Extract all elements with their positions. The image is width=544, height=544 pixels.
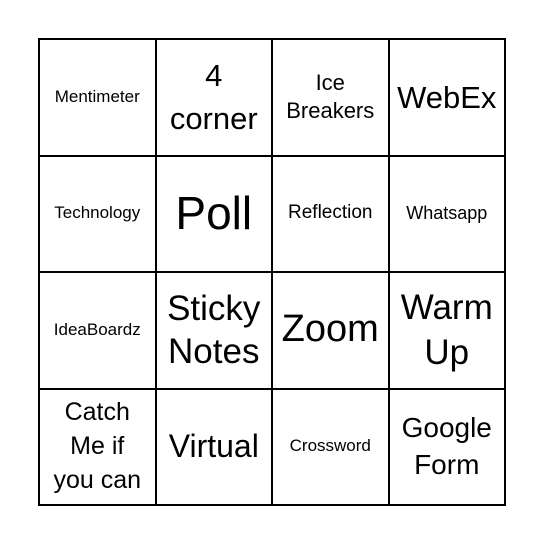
bingo-cell[interactable]: Google Form	[388, 388, 505, 505]
cell-label: Catch Me if you can	[53, 398, 142, 494]
cell-label: WebEx	[397, 79, 497, 115]
bingo-cell[interactable]: Poll	[155, 155, 272, 272]
cell-label: Warm Up	[400, 287, 493, 373]
cell-label: Sticky Notes	[167, 288, 261, 372]
cell-label: Virtual	[168, 428, 259, 465]
cell-label: IdeaBoardz	[53, 319, 141, 339]
cell-label: Crossword	[289, 436, 371, 456]
bingo-cell[interactable]: Virtual	[155, 388, 272, 505]
bingo-board: Mentimeter 4 corner Ice Breakers WebEx T…	[38, 38, 506, 506]
bingo-cell[interactable]: 4 corner	[155, 39, 272, 156]
cell-label: Whatsapp	[406, 202, 488, 223]
bingo-cell[interactable]: Zoom	[272, 272, 389, 389]
cell-label: Reflection	[288, 202, 373, 224]
bingo-cell[interactable]: Crossword	[272, 388, 389, 505]
cell-label: Mentimeter	[54, 86, 140, 106]
bingo-cell[interactable]: Mentimeter	[39, 39, 156, 156]
cell-label: Ice Breakers	[286, 69, 375, 124]
bingo-cell[interactable]: Reflection	[272, 155, 389, 272]
cell-label: Zoom	[281, 308, 379, 351]
bingo-cell[interactable]: WebEx	[388, 39, 505, 156]
bingo-cell[interactable]: Catch Me if you can	[39, 388, 156, 505]
bingo-cell[interactable]: Warm Up	[388, 272, 505, 389]
bingo-cell[interactable]: Technology	[39, 155, 156, 272]
cell-label: 4 corner	[169, 57, 258, 137]
bingo-cell[interactable]: IdeaBoardz	[39, 272, 156, 389]
bingo-cell[interactable]: Whatsapp	[388, 155, 505, 272]
cell-label: Poll	[175, 187, 253, 240]
bingo-cell[interactable]: Ice Breakers	[272, 39, 389, 156]
bingo-cell[interactable]: Sticky Notes	[155, 272, 272, 389]
cell-label: Technology	[54, 203, 141, 223]
cell-label: Google Form	[401, 412, 492, 480]
